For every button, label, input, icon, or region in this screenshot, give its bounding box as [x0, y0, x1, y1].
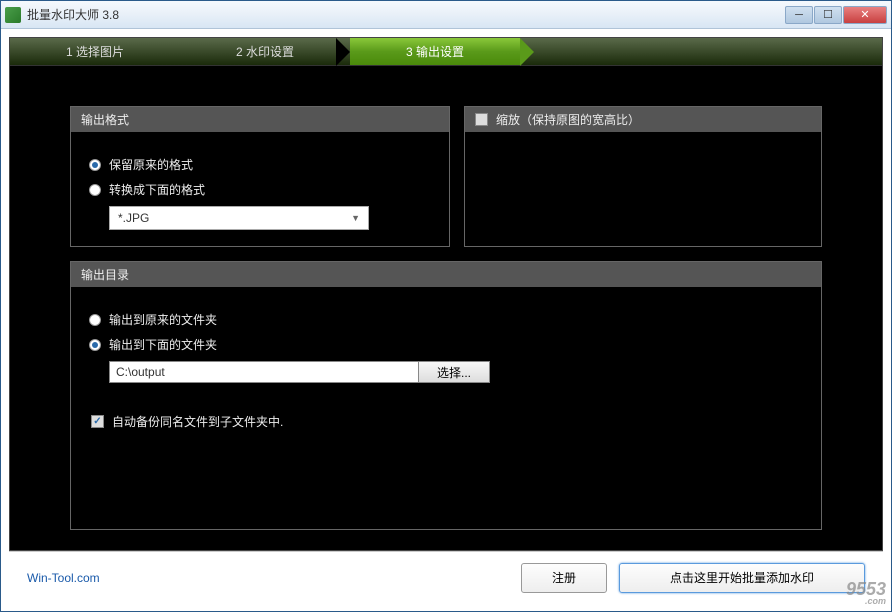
step-1[interactable]: 1 选择图片 [10, 38, 180, 65]
chevron-down-icon: ▼ [351, 213, 360, 223]
panel-title: 输出格式 [81, 111, 129, 128]
radio-label: 保留原来的格式 [109, 156, 193, 173]
panel-title: 输出目录 [81, 266, 129, 283]
content-outer: 1 选择图片 2 水印设置 3 输出设置 输出格式 保留原来的格式 [1, 29, 891, 611]
app-window: 批量水印大师 3.8 ─ ☐ ✕ 1 选择图片 2 水印设置 3 输出设置 输出… [0, 0, 892, 612]
path-row: 选择... [109, 361, 803, 383]
panel-body: 保留原来的格式 转换成下面的格式 *.JPG ▼ [71, 132, 449, 246]
select-value: *.JPG [118, 211, 149, 225]
backup-label: 自动备份同名文件到子文件夹中. [112, 413, 283, 430]
panel-header: 输出目录 [71, 262, 821, 287]
app-icon [5, 7, 21, 23]
backup-checkbox-row[interactable]: 自动备份同名文件到子文件夹中. [91, 413, 803, 430]
output-dir-panel: 输出目录 输出到原来的文件夹 输出到下面的文件夹 选 [70, 261, 822, 530]
radio-icon [89, 314, 101, 326]
window-controls: ─ ☐ ✕ [785, 6, 887, 24]
radio-icon [89, 339, 101, 351]
radio-keep-original[interactable]: 保留原来的格式 [89, 156, 431, 173]
panels-area: 输出格式 保留原来的格式 转换成下面的格式 *.JPG [10, 66, 882, 550]
radio-icon [89, 159, 101, 171]
close-button[interactable]: ✕ [843, 6, 887, 24]
step-3[interactable]: 3 输出设置 [350, 38, 520, 65]
panel-body: 输出到原来的文件夹 输出到下面的文件夹 选择... 自动备份同名文件到 [71, 287, 821, 446]
content-main: 1 选择图片 2 水印设置 3 输出设置 输出格式 保留原来的格式 [9, 37, 883, 551]
panel-title: 缩放（保持原图的宽高比） [496, 111, 640, 128]
radio-label: 输出到原来的文件夹 [109, 311, 217, 328]
radio-label: 转换成下面的格式 [109, 181, 205, 198]
step-bar: 1 选择图片 2 水印设置 3 输出设置 [10, 38, 882, 66]
step-filler [520, 38, 882, 65]
scale-checkbox[interactable] [475, 113, 488, 126]
radio-output-original[interactable]: 输出到原来的文件夹 [89, 311, 803, 328]
radio-label: 输出到下面的文件夹 [109, 336, 217, 353]
panel-header: 输出格式 [71, 107, 449, 132]
radio-output-below[interactable]: 输出到下面的文件夹 [89, 336, 803, 353]
radio-convert[interactable]: 转换成下面的格式 [89, 181, 431, 198]
titlebar: 批量水印大师 3.8 ─ ☐ ✕ [1, 1, 891, 29]
step-2[interactable]: 2 水印设置 [180, 38, 350, 65]
footer: Win-Tool.com 注册 点击这里开始批量添加水印 [9, 551, 883, 603]
window-title: 批量水印大师 3.8 [27, 6, 785, 23]
panel-body [465, 132, 821, 164]
website-link[interactable]: Win-Tool.com [27, 571, 100, 585]
browse-button[interactable]: 选择... [419, 361, 490, 383]
checkbox-icon [91, 415, 104, 428]
step-label: 1 选择图片 [66, 43, 124, 60]
format-select[interactable]: *.JPG ▼ [109, 206, 369, 230]
register-button[interactable]: 注册 [521, 563, 607, 593]
scale-panel: 缩放（保持原图的宽高比） [464, 106, 822, 247]
step-label: 3 输出设置 [406, 43, 464, 60]
radio-icon [89, 184, 101, 196]
maximize-button[interactable]: ☐ [814, 6, 842, 24]
output-path-input[interactable] [109, 361, 419, 383]
output-format-panel: 输出格式 保留原来的格式 转换成下面的格式 *.JPG [70, 106, 450, 247]
start-watermark-button[interactable]: 点击这里开始批量添加水印 [619, 563, 865, 593]
panel-header: 缩放（保持原图的宽高比） [465, 107, 821, 132]
minimize-button[interactable]: ─ [785, 6, 813, 24]
step-label: 2 水印设置 [236, 43, 294, 60]
